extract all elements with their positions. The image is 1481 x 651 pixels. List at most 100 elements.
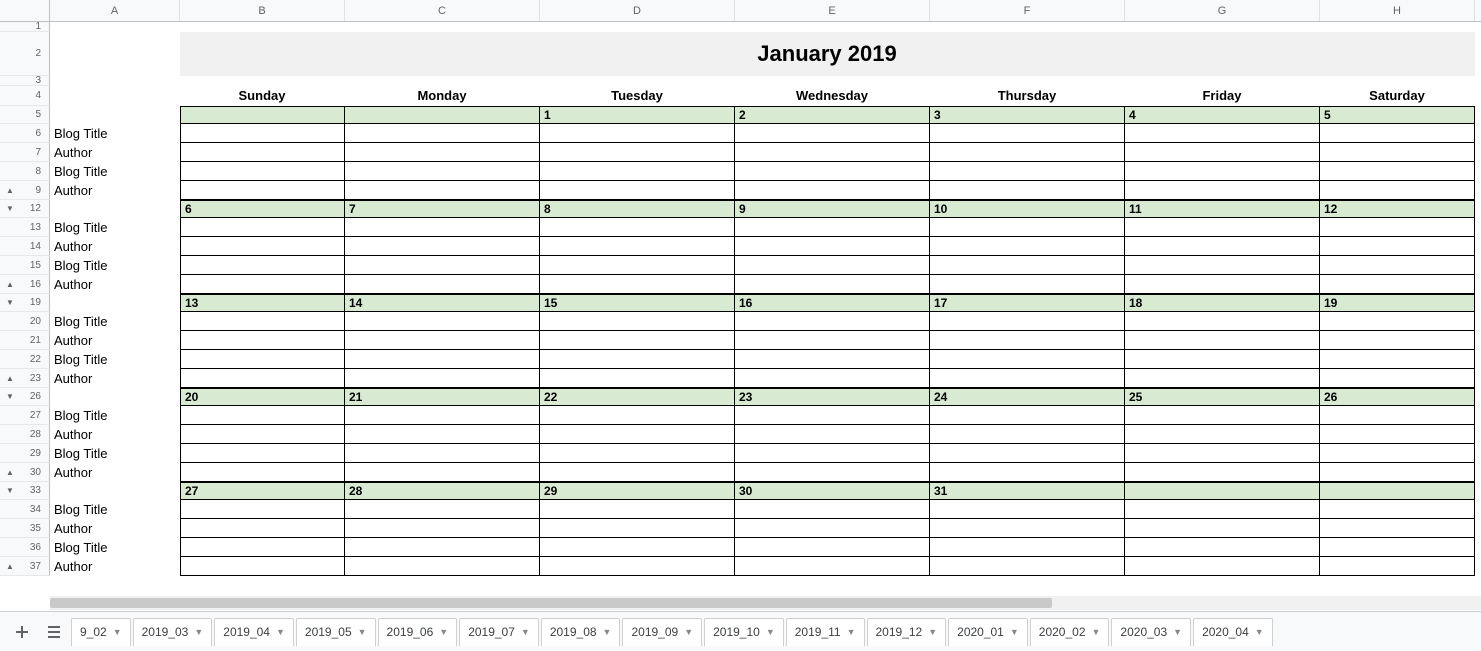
cell[interactable]: [540, 444, 735, 463]
cell[interactable]: [180, 444, 345, 463]
row-header[interactable]: ▲9: [0, 181, 50, 200]
cell[interactable]: [735, 369, 930, 388]
cell[interactable]: [345, 181, 540, 200]
cell[interactable]: [735, 143, 930, 162]
row-header[interactable]: ▼26: [0, 388, 50, 406]
date-cell[interactable]: 22: [540, 388, 735, 406]
chevron-down-icon[interactable]: ▼: [439, 627, 448, 637]
cell[interactable]: [345, 162, 540, 181]
cell[interactable]: [1320, 218, 1475, 237]
day-header[interactable]: Sunday: [180, 86, 345, 106]
cell[interactable]: [540, 181, 735, 200]
cell[interactable]: [930, 275, 1125, 294]
cell[interactable]: [345, 237, 540, 256]
cell[interactable]: [1320, 350, 1475, 369]
cell[interactable]: [1125, 463, 1320, 482]
cell[interactable]: [540, 237, 735, 256]
cell[interactable]: [345, 444, 540, 463]
cell[interactable]: [735, 22, 930, 32]
cell[interactable]: [540, 256, 735, 275]
cell[interactable]: [345, 463, 540, 482]
cell[interactable]: [930, 425, 1125, 444]
row-header[interactable]: ▲16: [0, 275, 50, 294]
date-cell[interactable]: [180, 106, 345, 124]
chevron-down-icon[interactable]: ▼: [1173, 627, 1182, 637]
cell[interactable]: [540, 312, 735, 331]
sheet-tab[interactable]: 2019_11▼: [786, 618, 865, 646]
cell[interactable]: [180, 463, 345, 482]
cell[interactable]: [180, 256, 345, 275]
cell[interactable]: [1320, 312, 1475, 331]
row-label[interactable]: Author: [50, 425, 180, 444]
cell[interactable]: [1320, 331, 1475, 350]
cell[interactable]: [735, 124, 930, 143]
date-cell[interactable]: 17: [930, 294, 1125, 312]
row-header[interactable]: 28: [0, 425, 50, 444]
cell[interactable]: [180, 181, 345, 200]
cell[interactable]: [735, 312, 930, 331]
cell[interactable]: [1125, 406, 1320, 425]
cell[interactable]: [345, 275, 540, 294]
date-cell[interactable]: 14: [345, 294, 540, 312]
row-label[interactable]: Blog Title: [50, 218, 180, 237]
cell[interactable]: [345, 331, 540, 350]
date-cell[interactable]: 21: [345, 388, 540, 406]
cell[interactable]: [345, 22, 540, 32]
row-label[interactable]: Blog Title: [50, 124, 180, 143]
cell[interactable]: [345, 350, 540, 369]
sheet-tab[interactable]: 2019_08▼: [541, 618, 621, 646]
cell[interactable]: [930, 237, 1125, 256]
scroll-thumb[interactable]: [50, 598, 1052, 608]
chevron-down-icon[interactable]: ▼: [1010, 627, 1019, 637]
cell[interactable]: [735, 519, 930, 538]
cell[interactable]: [930, 538, 1125, 557]
column-header[interactable]: F: [930, 0, 1125, 21]
day-header[interactable]: Wednesday: [735, 86, 930, 106]
cell[interactable]: [930, 162, 1125, 181]
row-header[interactable]: 27: [0, 406, 50, 425]
cell[interactable]: [180, 369, 345, 388]
cell[interactable]: [1125, 256, 1320, 275]
cell[interactable]: [180, 425, 345, 444]
cell[interactable]: [345, 124, 540, 143]
cell[interactable]: [735, 256, 930, 275]
cell[interactable]: [1320, 162, 1475, 181]
all-sheets-button[interactable]: [38, 618, 70, 646]
cell[interactable]: [735, 237, 930, 256]
cell[interactable]: [930, 444, 1125, 463]
cell[interactable]: [1125, 143, 1320, 162]
sheet-tab[interactable]: 2019_12▼: [867, 618, 947, 646]
cell[interactable]: [540, 557, 735, 576]
cell[interactable]: [345, 557, 540, 576]
cell[interactable]: [180, 237, 345, 256]
chevron-down-icon[interactable]: ▼: [276, 627, 285, 637]
date-cell[interactable]: 7: [345, 200, 540, 218]
cell[interactable]: [540, 331, 735, 350]
row-label[interactable]: Author: [50, 237, 180, 256]
chevron-down-icon[interactable]: ▼: [928, 627, 937, 637]
cell[interactable]: [540, 162, 735, 181]
date-cell[interactable]: 5: [1320, 106, 1475, 124]
cell[interactable]: [540, 425, 735, 444]
date-cell[interactable]: 6: [180, 200, 345, 218]
chevron-down-icon[interactable]: ▼: [194, 627, 203, 637]
cell[interactable]: [930, 312, 1125, 331]
cell[interactable]: [1320, 369, 1475, 388]
cell[interactable]: [930, 406, 1125, 425]
row-label[interactable]: Author: [50, 143, 180, 162]
row-header[interactable]: 2: [0, 32, 50, 76]
row-header[interactable]: 36: [0, 538, 50, 557]
date-cell[interactable]: 25: [1125, 388, 1320, 406]
date-cell[interactable]: 10: [930, 200, 1125, 218]
cell[interactable]: [930, 218, 1125, 237]
cell[interactable]: [50, 200, 180, 218]
sheet-tab[interactable]: 2020_03▼: [1111, 618, 1191, 646]
row-header[interactable]: 15: [0, 256, 50, 275]
column-header[interactable]: G: [1125, 0, 1320, 21]
row-label[interactable]: Author: [50, 181, 180, 200]
row-label[interactable]: Author: [50, 519, 180, 538]
date-cell[interactable]: 23: [735, 388, 930, 406]
row-header[interactable]: 14: [0, 237, 50, 256]
cell[interactable]: [540, 218, 735, 237]
cell[interactable]: [50, 106, 180, 124]
